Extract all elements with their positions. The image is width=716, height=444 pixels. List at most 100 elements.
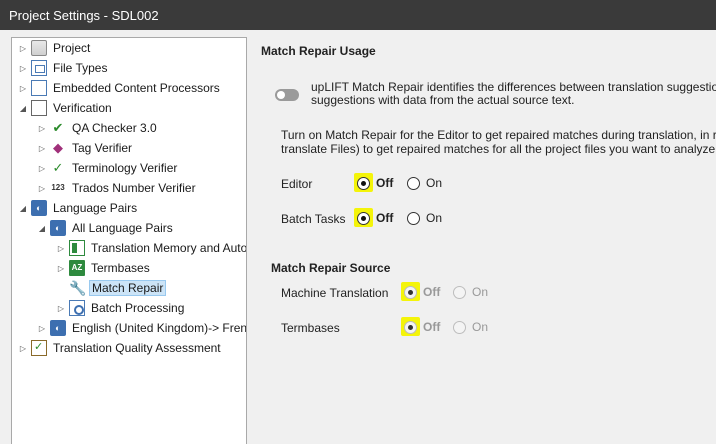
tree-item-label: Translation Quality Assessment [53, 341, 221, 355]
collapse-arrow-icon[interactable]: ◢ [37, 223, 47, 233]
tree-item-label: File Types [53, 61, 108, 75]
embedded-content-icon [31, 80, 47, 96]
tree-item-label: QA Checker 3.0 [72, 121, 157, 135]
tree-item-file-types[interactable]: ▷ File Types [18, 59, 109, 77]
usage-title: Match Repair Usage [261, 44, 376, 58]
batch-tasks-off-radio[interactable]: Off [354, 208, 394, 227]
tree-item-label: Project [53, 41, 91, 55]
radio-circle[interactable] [453, 285, 466, 299]
radio-label: On [472, 285, 489, 299]
expand-arrow-icon[interactable]: ▷ [56, 303, 66, 313]
radio-circle[interactable] [453, 320, 466, 334]
termbases-label: Termbases [281, 321, 340, 335]
radio-label: Off [423, 285, 441, 299]
terminology-verifier-icon: ✓ [52, 160, 64, 175]
expand-arrow-icon[interactable]: ▷ [18, 63, 28, 73]
radio-label: Off [423, 320, 441, 334]
collapse-arrow-icon[interactable]: ◢ [18, 103, 28, 113]
radio-label: On [426, 211, 443, 225]
tree-item-label: Tag Verifier [72, 141, 133, 155]
tree-item-label: Language Pairs [53, 201, 138, 215]
expand-arrow-icon[interactable]: ▷ [37, 123, 47, 133]
expand-arrow-icon[interactable]: ▷ [37, 143, 47, 153]
translation-memory-icon [69, 240, 85, 256]
radio-label: On [472, 320, 489, 334]
tree-item-label: English (United Kingdom)-> French [72, 321, 247, 335]
tree-item-verification[interactable]: ◢ Verification [18, 99, 114, 117]
collapse-arrow-icon[interactable]: ◢ [18, 203, 28, 213]
batch-tasks-label: Batch Tasks [281, 212, 346, 226]
settings-tree[interactable]: ▷ Project ▷ File Types ▷ Embedded Conten… [11, 37, 247, 444]
expand-arrow-icon[interactable]: ▷ [37, 323, 47, 333]
tree-item-termbases[interactable]: ▷ AZ Termbases [56, 259, 152, 277]
match-repair-panel: Match Repair Usage upLIFT Match Repair i… [251, 30, 716, 444]
language-pair-icon: ◐ [50, 320, 66, 336]
batch-processing-icon [69, 300, 85, 316]
number-verifier-icon: 123 [51, 183, 65, 192]
termbases-off-radio[interactable]: Off [401, 317, 441, 336]
tqa-icon [31, 340, 47, 356]
radio-circle[interactable] [404, 320, 417, 334]
tree-item-tqa[interactable]: ▷ Translation Quality Assessment [18, 339, 223, 357]
window-title: Project Settings - SDL002 [0, 0, 716, 30]
expand-arrow-icon[interactable]: ▷ [18, 343, 28, 353]
radio-label: Off [376, 176, 394, 190]
qa-checker-icon: ✔ [52, 120, 64, 135]
radio-circle[interactable] [404, 285, 417, 299]
radio-label: On [426, 176, 443, 190]
machine-translation-off-radio[interactable]: Off [401, 282, 441, 301]
termbases-icon: AZ [69, 260, 85, 276]
radio-label: Off [376, 211, 394, 225]
radio-circle[interactable] [407, 176, 420, 190]
machine-translation-on-radio[interactable]: On [453, 285, 488, 299]
tree-item-number-verifier[interactable]: ▷ 123 Trados Number Verifier [37, 179, 198, 197]
tree-item-qa-checker[interactable]: ▷ ✔ QA Checker 3.0 [37, 119, 159, 137]
tree-item-terminology-verifier[interactable]: ▷ ✓ Terminology Verifier [37, 159, 179, 177]
tree-item-project[interactable]: ▷ Project [18, 39, 92, 57]
tree-item-label: Verification [53, 101, 112, 115]
tree-item-label: Batch Processing [91, 301, 185, 315]
tree-item-label: Translation Memory and Auto [91, 241, 247, 255]
tree-item-label: Embedded Content Processors [53, 81, 220, 95]
project-icon [31, 40, 47, 56]
expand-arrow-icon[interactable]: ▷ [37, 183, 47, 193]
all-language-pairs-icon: ◐ [50, 220, 66, 236]
tree-item-label: Trados Number Verifier [72, 181, 196, 195]
tree-item-batch-processing[interactable]: ▷ Batch Processing [56, 299, 186, 317]
expand-arrow-icon[interactable]: ▷ [37, 163, 47, 173]
language-pairs-icon: ◐ [31, 200, 47, 216]
editor-on-radio[interactable]: On [407, 176, 442, 190]
uplift-description-line2: suggestions with data from the actual so… [311, 93, 575, 107]
editor-off-radio[interactable]: Off [354, 173, 394, 192]
source-title: Match Repair Source [271, 261, 391, 275]
batch-tasks-on-radio[interactable]: On [407, 211, 442, 225]
turn-on-description-line2: translate Files) to get repaired matches… [281, 142, 716, 156]
tree-item-embedded-content[interactable]: ▷ Embedded Content Processors [18, 79, 222, 97]
tree-item-tag-verifier[interactable]: ▷ ◆ Tag Verifier [37, 139, 134, 157]
radio-circle[interactable] [357, 176, 370, 190]
uplift-toggle[interactable] [275, 89, 299, 101]
tree-item-all-language-pairs[interactable]: ◢ ◐ All Language Pairs [37, 219, 175, 237]
expand-arrow-icon[interactable]: ▷ [18, 83, 28, 93]
tree-item-translation-memory[interactable]: ▷ Translation Memory and Auto [56, 239, 247, 257]
tree-item-match-repair[interactable]: 🔧 Match Repair [56, 279, 167, 297]
tag-verifier-icon: ◆ [53, 140, 63, 155]
tree-item-label: Match Repair [89, 280, 167, 296]
tree-item-label: Termbases [91, 261, 150, 275]
toggle-knob [277, 91, 285, 99]
editor-label: Editor [281, 177, 313, 191]
radio-circle[interactable] [407, 211, 420, 225]
expand-arrow-icon[interactable]: ▷ [56, 243, 66, 253]
verification-icon [31, 100, 47, 116]
tree-item-language-pairs[interactable]: ◢ ◐ Language Pairs [18, 199, 139, 217]
expand-arrow-icon[interactable]: ▷ [56, 263, 66, 273]
tree-item-label: Terminology Verifier [72, 161, 178, 175]
tree-item-label: All Language Pairs [72, 221, 173, 235]
machine-translation-label: Machine Translation [281, 286, 389, 300]
tree-item-english-french[interactable]: ▷ ◐ English (United Kingdom)-> French [37, 319, 247, 337]
termbases-on-radio[interactable]: On [453, 320, 488, 334]
radio-circle[interactable] [357, 211, 370, 225]
wrench-icon: 🔧 [69, 280, 87, 296]
expand-arrow-icon[interactable]: ▷ [18, 43, 28, 53]
file-types-icon [31, 60, 47, 76]
